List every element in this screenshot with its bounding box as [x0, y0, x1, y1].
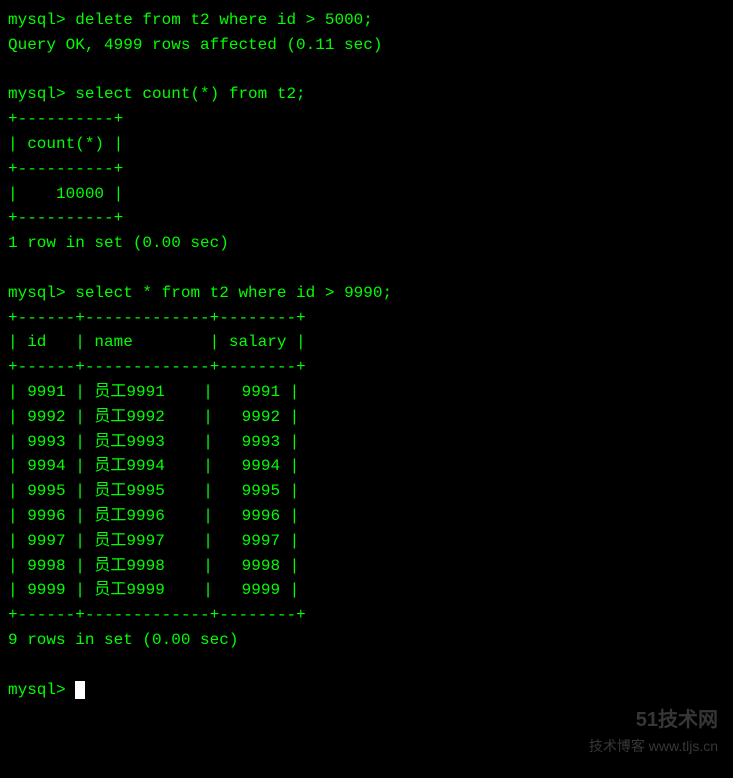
table-row: | 9993 | 员工9993 | 9993 | [8, 433, 299, 451]
prompt: mysql> [8, 681, 75, 699]
query-result: Query OK, 4999 rows affected (0.11 sec) [8, 36, 382, 54]
prompt: mysql> [8, 85, 75, 103]
table-border: +------+-------------+--------+ [8, 309, 306, 327]
table-border: +----------+ [8, 110, 123, 128]
table-row: | 9991 | 员工9991 | 9991 | [8, 383, 299, 401]
table-header: | count(*) | [8, 135, 123, 153]
table-row: | 9996 | 员工9996 | 9996 | [8, 507, 299, 525]
table-row: | 9997 | 员工9997 | 9997 | [8, 532, 299, 550]
command-text: delete from t2 where id > 5000; [75, 11, 373, 29]
table-row: | 10000 | [8, 185, 123, 203]
table-header: | id | name | salary | [8, 333, 306, 351]
table-border: +------+-------------+--------+ [8, 606, 306, 624]
command-text: select count(*) from t2; [75, 85, 305, 103]
result-summary: 1 row in set (0.00 sec) [8, 234, 229, 252]
cursor[interactable] [75, 681, 85, 699]
prompt: mysql> [8, 11, 75, 29]
table-row: | 9992 | 员工9992 | 9992 | [8, 408, 299, 426]
table-row: | 9994 | 员工9994 | 9994 | [8, 457, 299, 475]
result-summary: 9 rows in set (0.00 sec) [8, 631, 238, 649]
watermark: 51技术网技术博客 www.tljs.cn [589, 705, 718, 758]
command-text: select * from t2 where id > 9990; [75, 284, 392, 302]
table-row: | 9999 | 员工9999 | 9999 | [8, 581, 299, 599]
table-border: +----------+ [8, 209, 123, 227]
table-row: | 9995 | 员工9995 | 9995 | [8, 482, 299, 500]
table-border: +------+-------------+--------+ [8, 358, 306, 376]
table-row: | 9998 | 员工9998 | 9998 | [8, 557, 299, 575]
prompt: mysql> [8, 284, 75, 302]
table-border: +----------+ [8, 160, 123, 178]
